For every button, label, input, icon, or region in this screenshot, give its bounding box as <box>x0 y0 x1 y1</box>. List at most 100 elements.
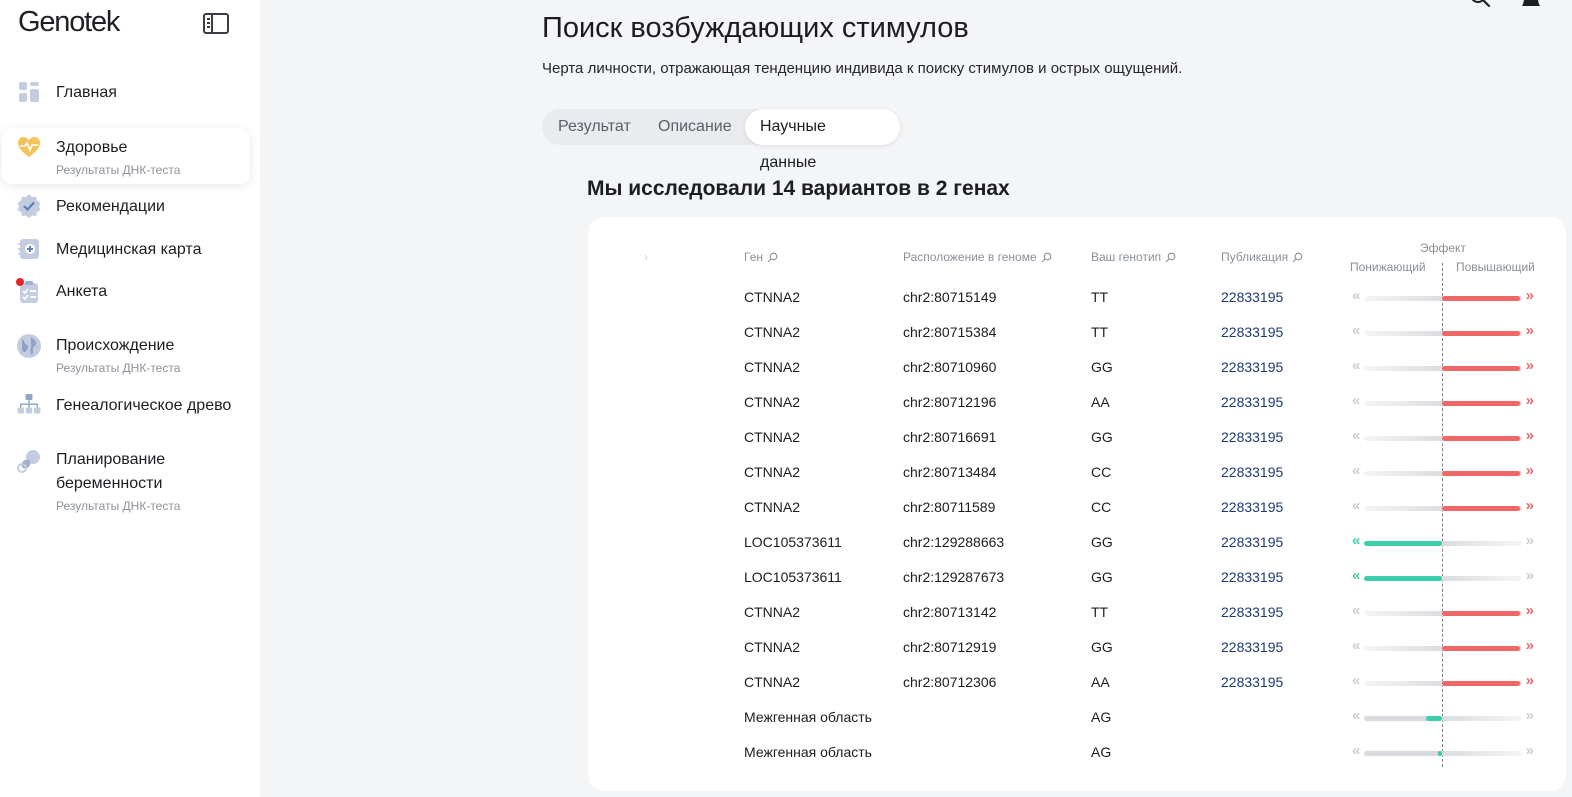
decrease-arrow-icon: « <box>1352 287 1361 304</box>
column-header-publication[interactable]: Публикация <box>1221 250 1303 264</box>
increase-arrow-icon: » <box>1525 672 1534 689</box>
location-cell: chr2:80711589 <box>903 499 996 515</box>
effect-fill-increase <box>1442 471 1520 476</box>
sidebar-item-home[interactable]: Главная <box>2 78 250 110</box>
grid-icon <box>19 82 39 102</box>
publication-link[interactable]: 22833195 <box>1221 637 1283 657</box>
location-cell: chr2:129288663 <box>903 534 1005 550</box>
sidebar-collapse-icon[interactable] <box>203 13 229 34</box>
effect-bar: «» <box>1350 742 1536 760</box>
gene-cell: CTNNA2 <box>744 674 801 690</box>
badge-check-icon <box>17 194 41 218</box>
gene-cell: LOC105373611 <box>744 569 842 585</box>
decrease-arrow-icon: « <box>1352 602 1361 619</box>
decrease-arrow-icon: « <box>1352 392 1361 409</box>
publication-link[interactable]: 22833195 <box>1221 532 1283 552</box>
column-header-location[interactable]: Расположение в геноме <box>903 250 1052 264</box>
location-cell: chr2:80712919 <box>903 639 997 655</box>
effect-bar: «» <box>1350 707 1536 725</box>
sidebar-item-origin[interactable]: Происхождение Результаты ДНК-теста <box>2 332 250 378</box>
location-cell: chr2:80715384 <box>903 324 997 340</box>
table-row: CTNNA2 chr2:80712306 AA 22833195 «» <box>588 672 1566 707</box>
genotype-cell: TT <box>1091 324 1109 340</box>
decrease-arrow-icon: « <box>1352 357 1361 374</box>
effect-fill-increase <box>1442 331 1520 336</box>
location-cell: chr2:80713484 <box>903 464 997 480</box>
increase-arrow-icon: » <box>1525 322 1534 339</box>
effect-track <box>1364 751 1522 756</box>
decrease-arrow-icon: « <box>1352 462 1361 479</box>
sidebar-item-health[interactable]: Здоровье Результаты ДНК-теста <box>2 128 250 184</box>
column-header-gene[interactable]: Ген <box>744 250 778 264</box>
location-cell: chr2:80712196 <box>903 394 997 410</box>
sidebar-item-label: Происхождение <box>56 337 175 354</box>
effect-fill-decrease <box>1364 576 1442 581</box>
effect-track <box>1364 716 1522 721</box>
effect-bar: «» <box>1350 532 1536 550</box>
heart-pulse-icon <box>18 137 40 157</box>
sidebar-item-label: Медицинская карта <box>56 241 202 258</box>
sidebar-item-medical-card[interactable]: Медицинская карта <box>2 235 250 267</box>
gene-cell: CTNNA2 <box>744 429 801 445</box>
genotype-cell: TT <box>1091 289 1109 305</box>
effect-title: Эффект <box>1420 241 1466 255</box>
gene-cell: LOC105373611 <box>744 534 842 550</box>
tab-scientific-data[interactable]: Научные данные <box>745 109 900 171</box>
bell-icon[interactable] <box>1520 0 1542 10</box>
genotek-logo[interactable]: Genotek <box>18 6 120 39</box>
column-header-effect: Эффект Понижающий Повышающий <box>1350 241 1536 277</box>
genotype-cell: CC <box>1091 464 1112 480</box>
sidebar: Genotek Главная Здоровье Результаты ДНК-… <box>0 0 260 797</box>
publication-link[interactable]: 22833195 <box>1221 427 1283 447</box>
search-icon[interactable] <box>1468 0 1494 10</box>
effect-fill-increase <box>1442 506 1520 511</box>
genotype-cell: GG <box>1091 534 1113 550</box>
publication-link[interactable]: 22833195 <box>1221 357 1283 377</box>
gene-cell: CTNNA2 <box>744 289 801 305</box>
genotype-cell: AA <box>1091 394 1110 410</box>
table-row: CTNNA2 chr2:80711589 CC 22833195 «» <box>588 497 1566 532</box>
gene-cell: CTNNA2 <box>744 464 801 480</box>
publication-link[interactable]: 22833195 <box>1221 287 1283 307</box>
tab-description[interactable]: Описание <box>658 109 732 145</box>
sidebar-item-label: Планирование <box>56 451 166 468</box>
increase-arrow-icon: » <box>1525 392 1534 409</box>
sidebar-item-family-tree[interactable]: Генеалогическое древо <box>2 391 250 423</box>
effect-fill-increase <box>1442 436 1520 441</box>
sidebar-item-label: беременности <box>56 475 163 492</box>
sidebar-item-survey[interactable]: Анкета <box>2 278 250 310</box>
table-row: Межгенная область AG «» <box>588 742 1566 777</box>
variants-table-card: › Ген Расположение в геноме Ваш генотип … <box>588 217 1566 791</box>
sidebar-item-pregnancy-planning[interactable]: Планирование беременности Результаты ДНК… <box>2 446 250 516</box>
table-row: Межгенная область AG «» <box>588 707 1566 742</box>
publication-link[interactable]: 22833195 <box>1221 392 1283 412</box>
publication-link[interactable]: 22833195 <box>1221 567 1283 587</box>
effect-fill-increase <box>1442 646 1520 651</box>
sidebar-item-recommendations[interactable]: Рекомендации <box>2 192 250 224</box>
globe-icon <box>17 334 41 358</box>
genotype-cell: CC <box>1091 499 1112 515</box>
table-row: CTNNA2 chr2:80713484 CC 22833195 «» <box>588 462 1566 497</box>
effect-fill-increase <box>1442 296 1520 301</box>
publication-link[interactable]: 22833195 <box>1221 462 1283 482</box>
effect-bar: «» <box>1350 497 1536 515</box>
publication-link[interactable]: 22833195 <box>1221 602 1283 622</box>
publication-link[interactable]: 22833195 <box>1221 672 1283 692</box>
effect-fill-increase <box>1442 681 1520 686</box>
genotype-cell: GG <box>1091 429 1113 445</box>
effect-bar: «» <box>1350 427 1536 445</box>
tab-result[interactable]: Результат <box>558 109 631 145</box>
tree-icon <box>17 394 41 414</box>
publication-link[interactable]: 22833195 <box>1221 497 1283 517</box>
sidebar-item-label: Здоровье <box>56 139 128 156</box>
genotype-cell: AA <box>1091 674 1110 690</box>
sidebar-item-sublabel: Результаты ДНК-теста <box>56 163 181 177</box>
decrease-arrow-icon: « <box>1352 567 1361 584</box>
pacifier-icon <box>17 450 40 473</box>
column-header-genotype[interactable]: Ваш генотип <box>1091 250 1176 264</box>
table-row: LOC105373611 chr2:129288663 GG 22833195 «» <box>588 532 1566 567</box>
medical-card-icon <box>18 239 39 259</box>
gene-cell: CTNNA2 <box>744 359 801 375</box>
publication-link[interactable]: 22833195 <box>1221 322 1283 342</box>
effect-bar: «» <box>1350 567 1536 585</box>
